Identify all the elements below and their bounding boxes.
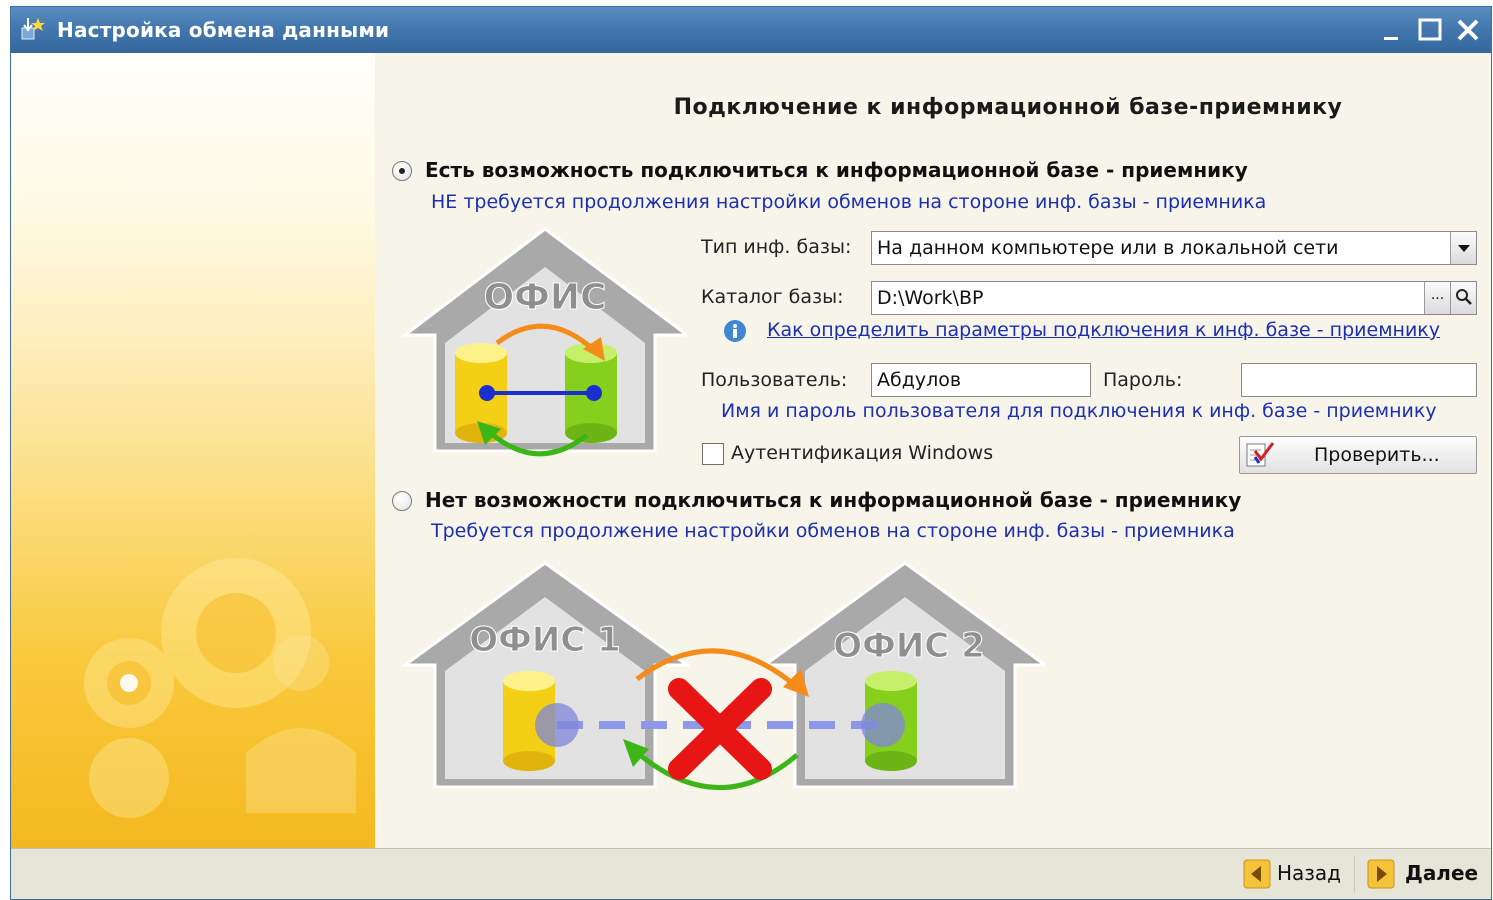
office1-label: ОФИС 1 (469, 620, 621, 660)
close-icon[interactable] (1453, 15, 1483, 45)
blocked-arrow-green (631, 747, 799, 791)
next-button[interactable]: Далее (1367, 857, 1483, 891)
minimize-icon[interactable] (1377, 15, 1407, 45)
info-icon (724, 320, 746, 342)
password-label: Пароль: (1103, 369, 1183, 391)
office-label: ОФИС (484, 277, 607, 318)
check-connection-label: Проверить... (1314, 444, 1440, 466)
browse-button[interactable]: ... (1424, 282, 1450, 314)
back-button[interactable]: Назад (1243, 857, 1347, 891)
decorative-side-panel (11, 53, 375, 851)
title-bar: Настройка обмена данными (11, 7, 1491, 53)
no-connect-option-radio[interactable] (392, 491, 412, 511)
nav-divider (1354, 855, 1355, 893)
db-type-select[interactable]: На данном компьютере или в локальной сет… (871, 231, 1477, 265)
credentials-hint: Имя и пароль пользователя для подключени… (721, 400, 1437, 422)
wizard-navigation-bar: Назад Далее (11, 848, 1491, 899)
catalog-input[interactable]: D:\Work\BP ... (871, 281, 1477, 315)
catalog-value: D:\Work\BP (877, 287, 984, 309)
connect-option-hint: НЕ требуется продолжения настройки обмен… (431, 191, 1267, 213)
two-offices-illustration: ОФИС 1 ОФИС 2 (400, 561, 1045, 791)
single-office-illustration: ОФИС (400, 227, 687, 457)
radio-selected-dot (399, 168, 405, 174)
arrow-left-icon (1243, 859, 1271, 889)
db-type-value: На данном компьютере или в локальной сет… (877, 237, 1339, 259)
check-connection-button[interactable]: Проверить... (1239, 436, 1477, 474)
app-icon (21, 18, 45, 40)
catalog-label: Каталог базы: (701, 286, 844, 308)
maximize-icon[interactable] (1415, 15, 1445, 45)
page-heading: Подключение к информационной базе-приемн… (673, 95, 1343, 120)
arrow-right-icon (1367, 859, 1395, 889)
connection-help-link[interactable]: Как определить параметры подключения к и… (767, 319, 1440, 341)
connect-option-radio[interactable] (392, 161, 412, 181)
user-label: Пользователь: (701, 369, 848, 391)
main-content: Подключение к информационной базе-приемн… (375, 53, 1491, 851)
window-title: Настройка обмена данными (57, 18, 390, 42)
windows-auth-label: Аутентификация Windows (731, 442, 994, 464)
user-value: Абдулов (877, 369, 962, 391)
search-icon[interactable] (1450, 282, 1476, 314)
no-connect-option-title: Нет возможности подключиться к информаци… (425, 488, 1242, 512)
exchange-settings-window: Настройка обмена данными Подключение к и… (10, 6, 1492, 900)
office2-label: ОФИС 2 (833, 626, 985, 666)
back-label: Назад (1277, 861, 1342, 885)
no-connect-option-hint: Требуется продолжение настройки обменов … (431, 520, 1235, 542)
password-input[interactable] (1241, 363, 1477, 397)
chevron-down-icon[interactable] (1450, 232, 1476, 264)
next-label: Далее (1405, 861, 1479, 885)
connect-option-title: Есть возможность подключиться к информац… (425, 158, 1248, 182)
gears-person-illustration (84, 558, 356, 818)
windows-auth-checkbox[interactable] (702, 443, 724, 465)
db-type-label: Тип инф. базы: (701, 236, 852, 258)
user-input[interactable]: Абдулов (871, 363, 1091, 397)
checklist-icon (1246, 442, 1275, 467)
